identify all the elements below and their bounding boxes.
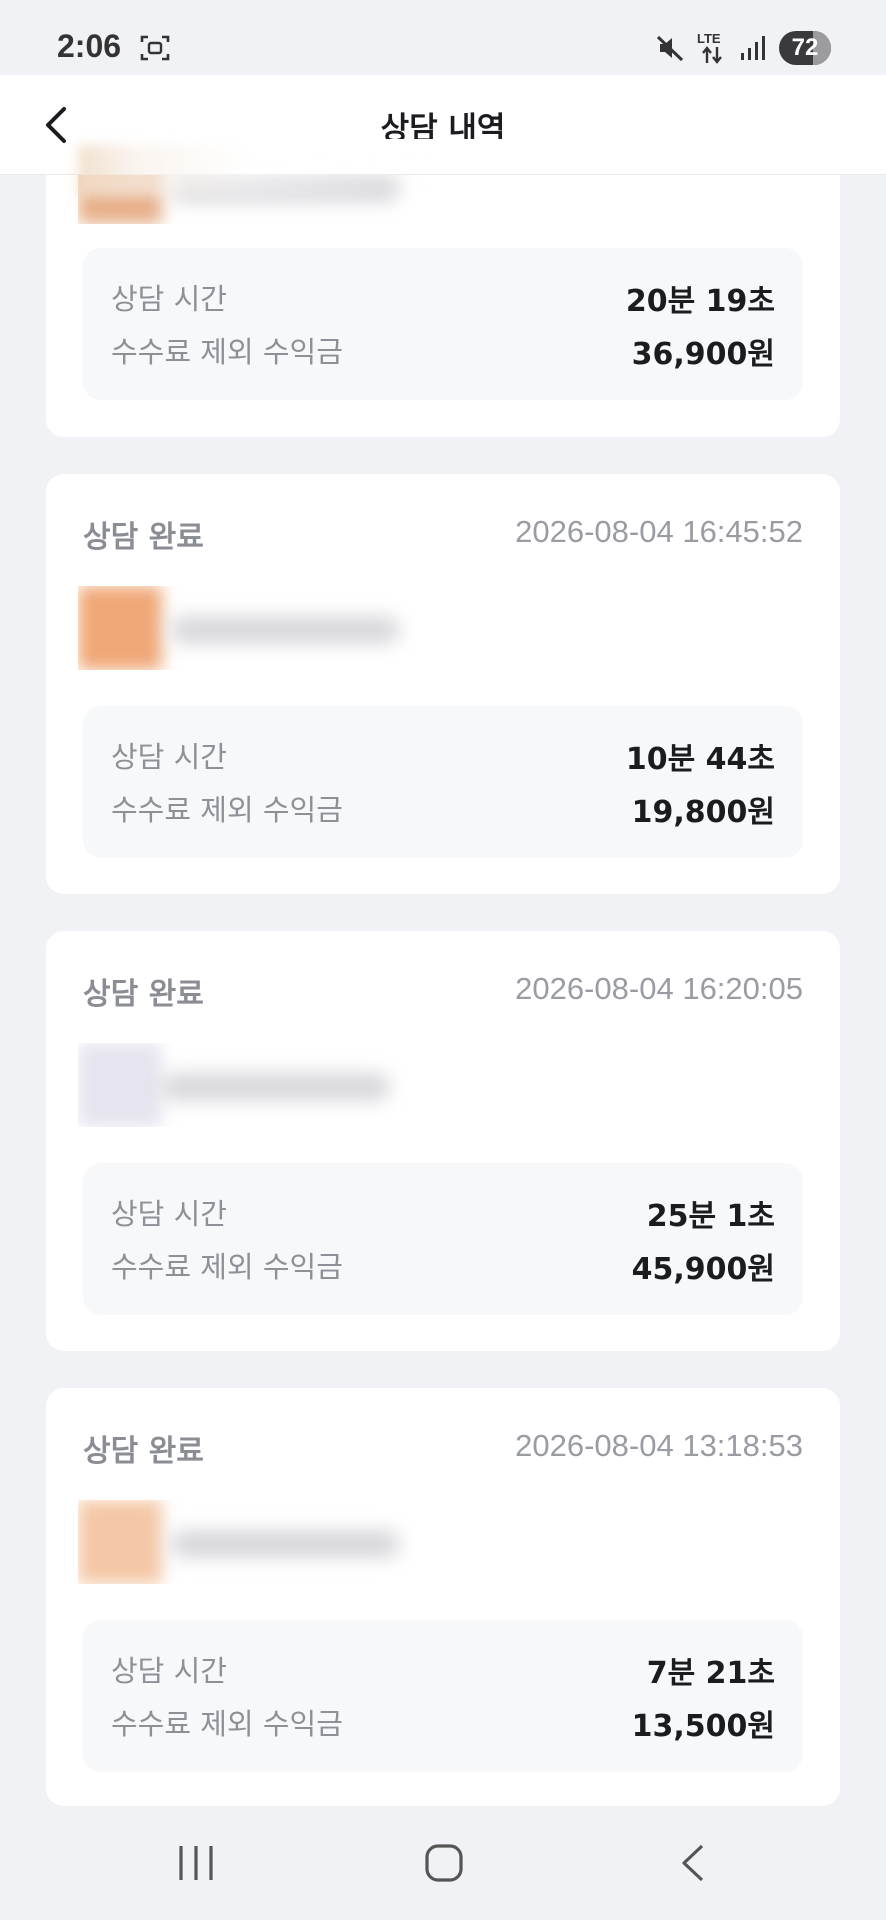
- app-header: 상담 내역: [0, 75, 886, 197]
- earnings-label: 수수료 제외 수익금: [111, 335, 343, 369]
- avatar: [78, 586, 162, 670]
- record-datetime: 2026-08-04 13:18:53: [515, 1428, 803, 1463]
- battery-indicator: 72: [779, 31, 831, 65]
- earnings-value: 45,900원: [631, 1252, 775, 1287]
- duration-row: 상담 시간 20분 19초: [111, 276, 775, 319]
- info-box: 상담 시간 7분 21초 수수료 제외 수익금 13,500원: [83, 1620, 803, 1772]
- info-box: 상담 시간 10분 44초 수수료 제외 수익금 19,800원: [83, 706, 803, 858]
- name-blurred: [160, 1073, 390, 1101]
- battery-level: 72: [791, 34, 819, 61]
- profile-blurred: [78, 1043, 418, 1127]
- duration-label: 상담 시간: [111, 1654, 227, 1688]
- record-card[interactable]: 상담 완료 2026-08-04 13:18:53 상담 시간 7분 21초 수…: [46, 1388, 840, 1806]
- duration-row: 상담 시간 7분 21초: [111, 1648, 775, 1691]
- name-blurred: [170, 616, 400, 644]
- info-box: 상담 시간 25분 1초 수수료 제외 수익금 45,900원: [83, 1163, 803, 1315]
- record-datetime: 2026-08-04 16:20:05: [515, 971, 803, 1006]
- name-blurred: [170, 1530, 400, 1558]
- record-datetime: 2026-08-04 16:45:52: [515, 514, 803, 549]
- duration-label: 상담 시간: [111, 282, 227, 316]
- screenshot-icon: [140, 35, 170, 61]
- record-card[interactable]: 상담 완료 2026-08-04 16:45:52 상담 시간 10분 44초 …: [46, 474, 840, 894]
- duration-value: 25분 1초: [646, 1199, 775, 1234]
- avatar: [78, 1043, 162, 1127]
- mute-icon: [656, 35, 684, 62]
- back-icon[interactable]: [676, 1842, 710, 1884]
- status-label: 상담 완료: [83, 977, 204, 1012]
- earnings-row: 수수료 제외 수익금 45,900원: [111, 1244, 775, 1287]
- earnings-value: 36,900원: [631, 337, 775, 372]
- duration-row: 상담 시간 10분 44초: [111, 734, 775, 777]
- status-label: 상담 완료: [83, 1434, 204, 1469]
- duration-value: 7분 21초: [646, 1656, 775, 1691]
- scroll-fade: [78, 145, 658, 197]
- earnings-row: 수수료 제외 수익금 19,800원: [111, 787, 775, 830]
- earnings-value: 19,800원: [631, 795, 775, 830]
- earnings-label: 수수료 제외 수익금: [111, 1250, 343, 1284]
- profile-blurred: [78, 1500, 418, 1584]
- page-title: 상담 내역: [380, 111, 506, 139]
- recent-apps-icon[interactable]: [176, 1842, 216, 1884]
- system-nav-bar: [0, 1806, 886, 1920]
- duration-value: 10분 44초: [625, 742, 775, 777]
- earnings-row: 수수료 제외 수익금 13,500원: [111, 1701, 775, 1744]
- network-type: LTE: [697, 31, 721, 46]
- duration-label: 상담 시간: [111, 740, 227, 774]
- info-box: 상담 시간 20분 19초 수수료 제외 수익금 36,900원: [83, 248, 803, 400]
- record-card[interactable]: 상담 완료 2026-08-04 16:20:05 상담 시간 25분 1초 수…: [46, 931, 840, 1351]
- status-label: 상담 완료: [83, 520, 204, 555]
- home-icon[interactable]: [424, 1842, 464, 1884]
- status-bar: 2:06 LTE 72: [0, 0, 886, 75]
- earnings-label: 수수료 제외 수익금: [111, 793, 343, 827]
- earnings-value: 13,500원: [631, 1709, 775, 1744]
- earnings-label: 수수료 제외 수익금: [111, 1707, 343, 1741]
- avatar: [78, 1500, 162, 1584]
- signal-icon: [741, 36, 765, 60]
- status-time: 2:06: [57, 28, 122, 64]
- duration-label: 상담 시간: [111, 1197, 227, 1231]
- lte-icon: LTE: [697, 31, 727, 65]
- duration-value: 20분 19초: [625, 284, 775, 319]
- earnings-row: 수수료 제외 수익금 36,900원: [111, 329, 775, 372]
- profile-blurred: [78, 586, 418, 670]
- duration-row: 상담 시간 25분 1초: [111, 1191, 775, 1234]
